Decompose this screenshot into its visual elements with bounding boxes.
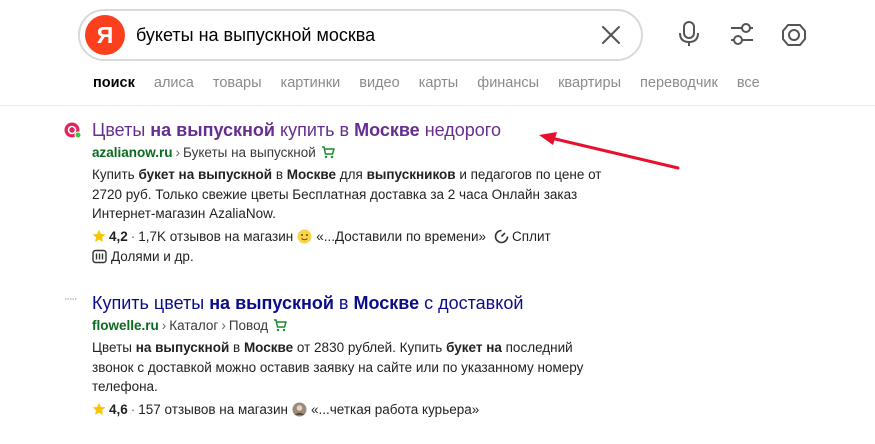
azalianow-favicon-icon [64, 122, 82, 139]
result-snippet: Цветы на выпускной в Москве от 2830 рубл… [92, 340, 584, 394]
tab-apartments[interactable]: квартиры [558, 75, 621, 91]
result-meta: 4,6 · 157 отзывов на магазин «...четкая раб… [92, 400, 652, 420]
tab-finance[interactable]: финансы [477, 75, 539, 91]
camera-search-icon[interactable] [780, 20, 808, 48]
result-path: flowelle.ru › Каталог › Повод [92, 317, 652, 335]
review-quote[interactable]: «...Доставили по времени» [316, 229, 486, 244]
shop-reviews-link[interactable]: 157 отзывов на магазин [138, 402, 288, 417]
microphone-icon[interactable] [675, 20, 703, 48]
search-result: Купить цветы на выпускной в Москве с дос… [92, 292, 652, 420]
dolyami-payment-label: Долями и др. [111, 248, 194, 264]
shopping-cart-icon [274, 319, 287, 332]
split-icon [494, 229, 509, 243]
search-tabs: поиск алиса товары картинки видео карты … [93, 75, 775, 95]
tab-images[interactable]: картинки [281, 75, 341, 91]
review-quote[interactable]: «...четкая работа курьера» [311, 402, 479, 417]
smiley-icon [297, 229, 312, 243]
tab-alisa[interactable]: алиса [154, 75, 194, 91]
close-icon[interactable] [599, 23, 623, 47]
yandex-logo[interactable]: Я [85, 15, 125, 55]
search-bar[interactable]: Я букеты на выпускной москва [78, 9, 643, 61]
shop-reviews-link[interactable]: 1,7K отзывов на магазин [138, 229, 293, 244]
shopping-cart-icon [321, 146, 335, 159]
result-domain-link[interactable]: flowelle.ru [92, 318, 159, 333]
breadcrumb-link[interactable]: Каталог [169, 318, 218, 333]
search-input[interactable]: букеты на выпускной москва [136, 25, 375, 46]
settings-sliders-icon[interactable] [728, 20, 756, 48]
result-meta-2: Долями и др. [92, 247, 652, 267]
shop-rating: 4,6 [109, 401, 128, 417]
dolyami-icon [92, 249, 107, 263]
tab-goods[interactable]: товары [213, 75, 262, 91]
tabs-divider [0, 105, 875, 106]
tab-translator[interactable]: переводчик [640, 75, 718, 91]
result-domain-link[interactable]: azalianow.ru [92, 145, 173, 160]
result-title-link[interactable]: Купить цветы на выпускной в Москве с дос… [92, 292, 652, 314]
split-payment-label: Сплит [512, 228, 551, 244]
breadcrumb-link[interactable]: Букеты на выпускной [183, 145, 316, 160]
flowelle-favicon-icon [65, 298, 77, 300]
result-snippet: Купить букет на выпускной в Москве для в… [92, 167, 602, 221]
tab-search[interactable]: поиск [93, 75, 135, 91]
tab-video[interactable]: видео [359, 75, 399, 91]
tab-maps[interactable]: карты [419, 75, 459, 91]
result-meta: 4,2 · 1,7K отзывов на магазин «...Доставили… [92, 227, 652, 247]
reviewer-avatar [292, 402, 307, 416]
star-icon [92, 402, 106, 415]
tab-all[interactable]: все [737, 75, 760, 91]
red-arrow-annotation [539, 132, 680, 170]
star-icon [92, 229, 106, 242]
shop-rating: 4,2 [109, 228, 128, 244]
breadcrumb-link[interactable]: Повод [229, 318, 268, 333]
